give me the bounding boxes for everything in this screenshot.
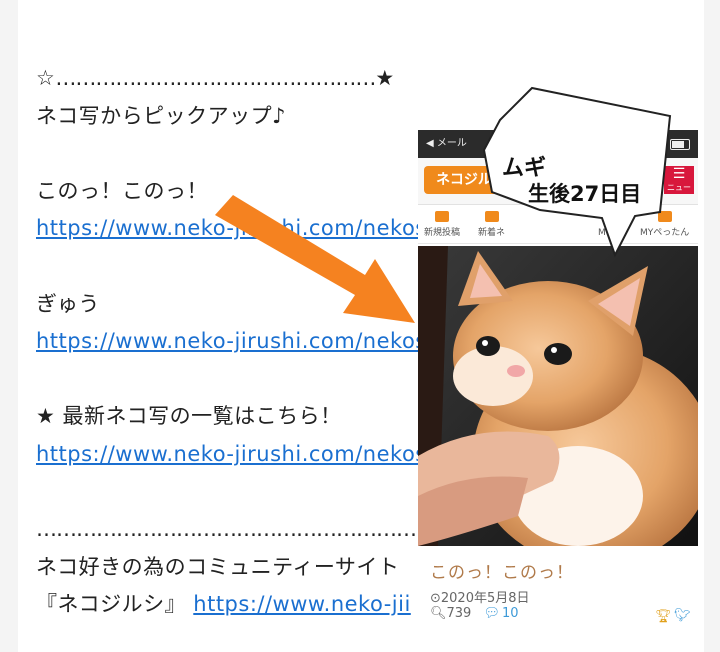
star-filled-icon: ★ bbox=[375, 66, 395, 90]
search-icon: 🔍︎ bbox=[430, 606, 447, 621]
view-count: 739 bbox=[446, 606, 472, 621]
comment-count: 10 bbox=[502, 606, 519, 621]
left-frame bbox=[0, 0, 18, 652]
footer-site-name: 『ネコジルシ』 bbox=[36, 592, 187, 617]
nav-item-new-post: 新規投稿 bbox=[424, 211, 460, 238]
dots-divider: ………………………………………… bbox=[55, 66, 376, 90]
latest-link[interactable]: https://www.neko-jirushi.com/nekos bbox=[36, 442, 427, 466]
footer-link[interactable]: https://www.neko-jii bbox=[193, 592, 411, 616]
status-text: ◀ メール bbox=[426, 138, 467, 149]
arrow-icon bbox=[215, 195, 415, 323]
right-frame bbox=[704, 0, 720, 652]
star-outline-icon: ☆ bbox=[36, 66, 56, 90]
trophy-icon[interactable]: 🏆︎ bbox=[655, 609, 672, 624]
nav-label: 新規投稿 bbox=[424, 228, 461, 238]
card-stats: 🔍︎739 💬︎ 10 bbox=[430, 606, 519, 621]
camera-icon bbox=[435, 211, 449, 222]
item2-link[interactable]: https://www.neko-jirushi.com/nekos bbox=[36, 329, 427, 353]
card-date: ⊙2020年5月8日 bbox=[430, 591, 530, 606]
card-title[interactable]: このっ！このっ！ bbox=[430, 558, 574, 583]
cat-age: 生後27日目 bbox=[528, 182, 642, 206]
kitten-photo bbox=[418, 246, 698, 546]
twitter-icon[interactable]: 🐦︎ bbox=[674, 608, 691, 623]
comment-icon: 💬︎ bbox=[483, 606, 500, 621]
